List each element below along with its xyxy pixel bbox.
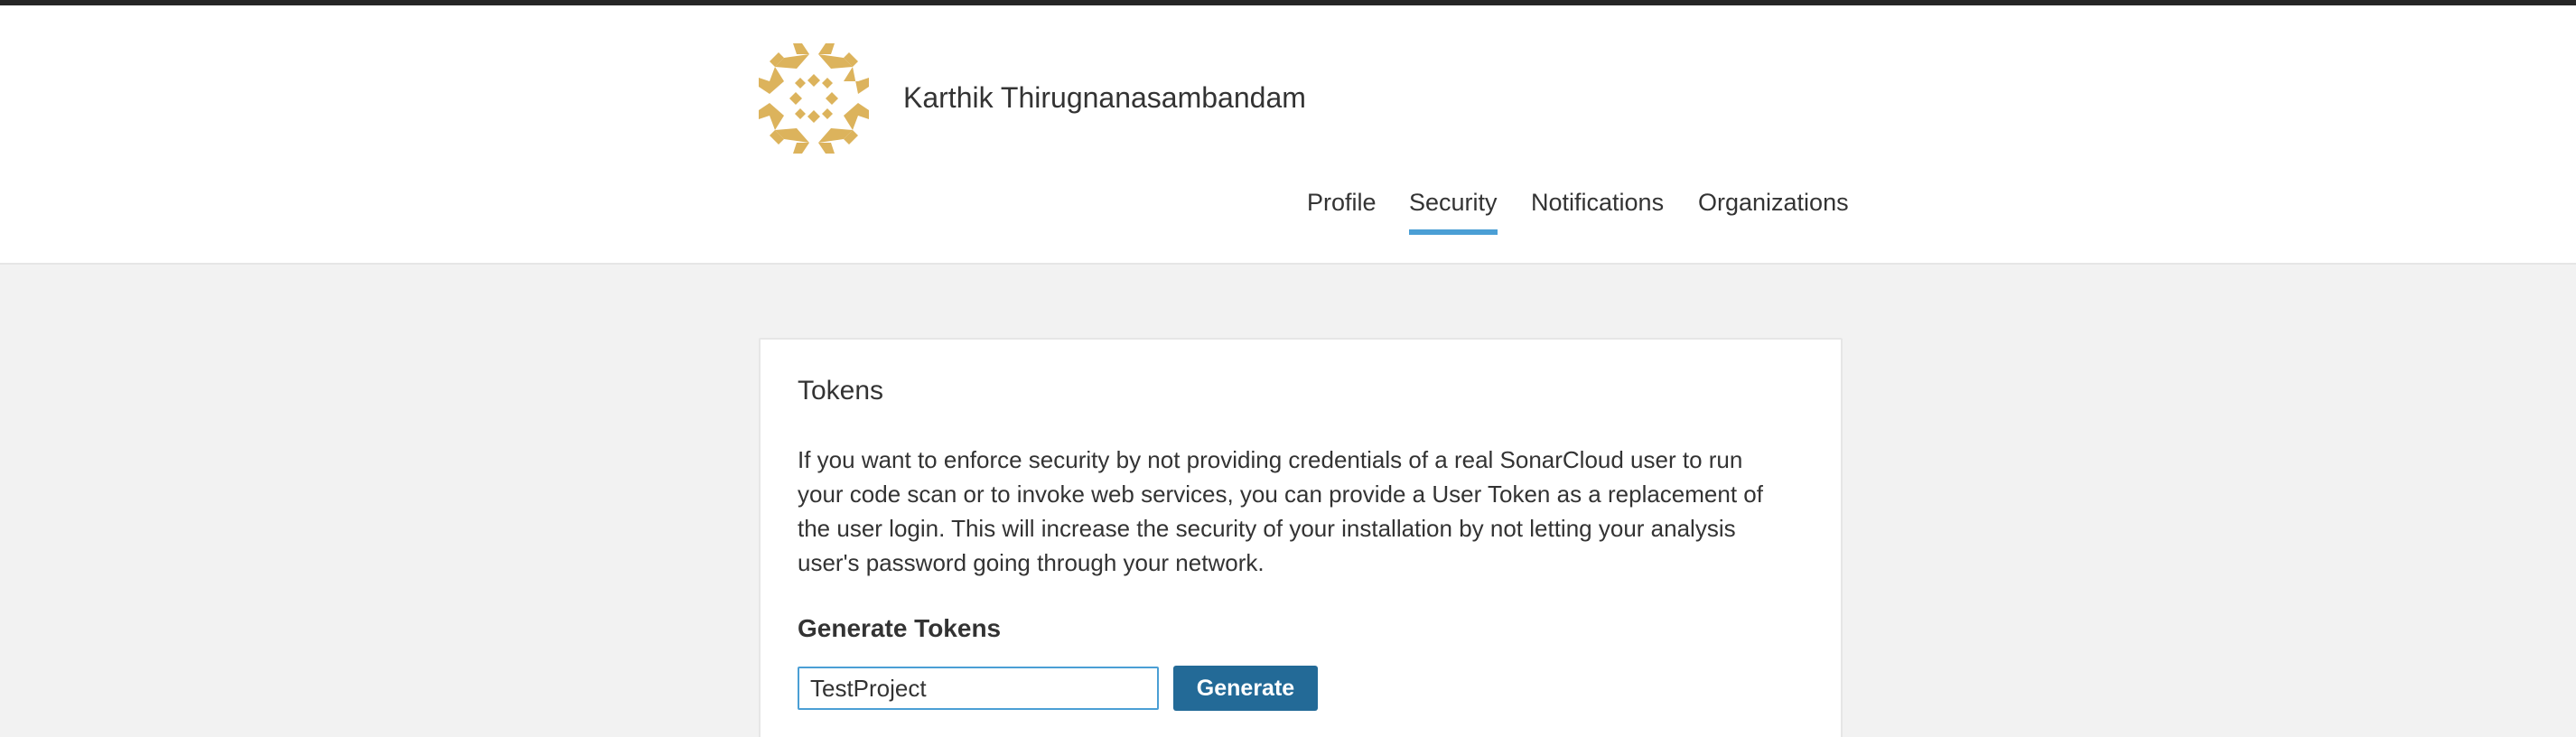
- user-name: Karthik Thirugnanasambandam: [903, 81, 1306, 114]
- tokens-card: Tokens If you want to enforce security b…: [759, 338, 1843, 737]
- tokens-description: If you want to enforce security by not p…: [798, 446, 1763, 576]
- account-nav: Profile Security Notifications Organizat…: [0, 189, 2576, 235]
- avatar: [759, 43, 869, 154]
- generate-button[interactable]: Generate: [1173, 666, 1318, 711]
- account-header: Karthik Thirugnanasambandam Profile Secu…: [0, 5, 2576, 265]
- token-name-input[interactable]: [798, 667, 1159, 710]
- generate-tokens-heading: Generate Tokens: [798, 614, 1002, 642]
- tokens-title: Tokens: [798, 376, 884, 406]
- tab-security[interactable]: Security: [1409, 189, 1498, 235]
- tab-organizations[interactable]: Organizations: [1698, 189, 1849, 229]
- tab-notifications[interactable]: Notifications: [1531, 189, 1664, 229]
- tab-profile[interactable]: Profile: [1307, 189, 1377, 229]
